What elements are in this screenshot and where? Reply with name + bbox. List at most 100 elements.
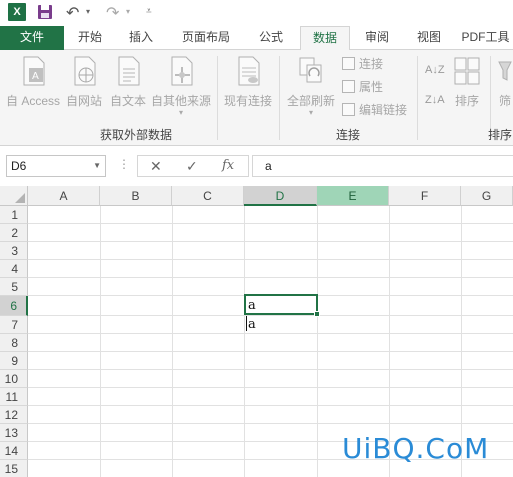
row-header-4[interactable]: 4 (0, 260, 28, 278)
from-text-button[interactable]: 自文本 (108, 56, 148, 109)
tab-formulas[interactable]: 公式 (248, 26, 294, 50)
refresh-all-button[interactable]: 全部刷新 ▾ (284, 56, 338, 117)
filter-icon (498, 61, 512, 81)
save-icon[interactable] (37, 4, 53, 20)
row-header-15[interactable]: 15 (0, 460, 28, 477)
ribbon-separator (417, 56, 418, 140)
access-db-icon: A (23, 56, 45, 86)
gridline (317, 206, 318, 477)
cell-d7[interactable]: a (248, 317, 256, 332)
enter-icon[interactable]: ✓ (186, 158, 198, 175)
sort-descending-icon: Z↓A (425, 94, 445, 106)
row-header-5[interactable]: 5 (0, 278, 28, 296)
gridline (28, 387, 513, 388)
tab-view[interactable]: 视图 (406, 26, 452, 50)
row-header-7[interactable]: 7 (0, 316, 28, 334)
gridline (28, 423, 513, 424)
from-access-button[interactable]: A 自 Access (4, 56, 62, 109)
gridline (28, 277, 513, 278)
active-cell-selection[interactable] (244, 294, 320, 317)
gridline (28, 223, 513, 224)
filter-button[interactable]: 筛 (497, 56, 513, 109)
fill-handle[interactable] (314, 311, 320, 317)
gridline (244, 206, 245, 477)
row-header-6[interactable]: 6 (0, 296, 28, 316)
ribbon-tab-bar: 文件 开始 插入 页面布局 公式 数据 审阅 视图 PDF工具 (0, 26, 513, 51)
other-sources-icon (171, 56, 193, 86)
column-header-d[interactable]: D (244, 186, 317, 206)
text-cursor (246, 316, 247, 331)
cancel-icon[interactable]: ✕ (150, 158, 162, 175)
column-header-c[interactable]: C (172, 186, 244, 206)
ribbon-separator (217, 56, 218, 140)
existing-connections-icon (238, 56, 260, 86)
sort-icon (454, 57, 480, 85)
row-header-10[interactable]: 10 (0, 370, 28, 388)
row-header-12[interactable]: 12 (0, 406, 28, 424)
group-label-connections: 连接 (336, 128, 361, 142)
tab-file[interactable]: 文件 (0, 26, 64, 50)
redo-icon[interactable]: ↷ (106, 3, 119, 23)
undo-icon[interactable]: ↶ (66, 3, 79, 23)
quick-access-toolbar: X ↶ ▾ ↷ ▾ ⩡ (0, 0, 513, 26)
properties-button[interactable]: 属性 (342, 77, 383, 97)
tab-data[interactable]: 数据 (300, 26, 350, 51)
gridline (172, 206, 173, 477)
sort-ascending-icon: A↓Z (425, 64, 445, 76)
from-other-sources-button[interactable]: 自其他来源 ▾ (150, 56, 212, 117)
gridline (28, 351, 513, 352)
sort-descending-button[interactable]: Z↓A (425, 90, 445, 110)
column-header-f[interactable]: F (389, 186, 461, 206)
tab-insert[interactable]: 插入 (118, 26, 164, 50)
sort-ascending-button[interactable]: A↓Z (425, 60, 445, 80)
column-header-e[interactable]: E (317, 186, 389, 206)
tab-home[interactable]: 开始 (68, 26, 112, 50)
web-globe-icon (74, 56, 96, 86)
row-header-11[interactable]: 11 (0, 388, 28, 406)
formula-bar: D6 ▼ ⋮ ✕ ✓ fx a (0, 146, 513, 186)
properties-icon (342, 80, 355, 93)
select-all-button[interactable] (0, 186, 28, 206)
other-sources-dropdown-icon: ▾ (178, 108, 183, 117)
tab-pdf-tools[interactable]: PDF工具 (458, 26, 513, 50)
group-label-get-external-data: 获取外部数据 (100, 128, 173, 142)
tab-review[interactable]: 审阅 (354, 26, 400, 50)
row-header-14[interactable]: 14 (0, 442, 28, 460)
formula-buttons: ✕ ✓ fx (137, 155, 249, 177)
redo-dropdown-icon[interactable]: ▾ (126, 7, 130, 16)
from-web-button[interactable]: 自网站 (62, 56, 106, 109)
name-box-dropdown-icon[interactable]: ▼ (93, 156, 101, 176)
ribbon-separator (279, 56, 280, 140)
row-header-2[interactable]: 2 (0, 224, 28, 242)
group-label-sort-filter: 排序 (488, 128, 513, 142)
row-header-8[interactable]: 8 (0, 334, 28, 352)
gridline (28, 259, 513, 260)
sort-button[interactable]: 排序 (449, 56, 485, 109)
text-file-icon (118, 56, 140, 86)
gridline (28, 333, 513, 334)
edit-links-button[interactable]: 编辑链接 (342, 100, 407, 120)
watermark: UiBQ.CoM (342, 432, 490, 465)
connections-icon (342, 57, 355, 70)
refresh-all-dropdown-icon: ▾ (308, 108, 313, 117)
gridline (100, 206, 101, 477)
column-header-b[interactable]: B (100, 186, 172, 206)
ribbon-data: A 自 Access 自网站 自文本 自其他来源 ▾ 获取外部数据 现有连接 全… (0, 50, 513, 146)
column-header-a[interactable]: A (28, 186, 100, 206)
excel-logo-icon: X (8, 3, 26, 21)
insert-function-icon[interactable]: fx (222, 158, 234, 173)
row-header-3[interactable]: 3 (0, 242, 28, 260)
customize-toolbar-icon[interactable]: ⩡ (146, 6, 152, 17)
gridline (28, 405, 513, 406)
row-header-1[interactable]: 1 (0, 206, 28, 224)
undo-dropdown-icon[interactable]: ▾ (86, 7, 90, 16)
name-box[interactable]: D6 ▼ (6, 155, 106, 177)
existing-connections-button[interactable]: 现有连接 (221, 56, 275, 109)
row-header-9[interactable]: 9 (0, 352, 28, 370)
connections-button[interactable]: 连接 (342, 54, 383, 74)
svg-text:A: A (32, 71, 39, 82)
formula-input[interactable]: a (252, 155, 513, 177)
column-header-g[interactable]: G (461, 186, 513, 206)
tab-page-layout[interactable]: 页面布局 (170, 26, 242, 50)
row-header-13[interactable]: 13 (0, 424, 28, 442)
